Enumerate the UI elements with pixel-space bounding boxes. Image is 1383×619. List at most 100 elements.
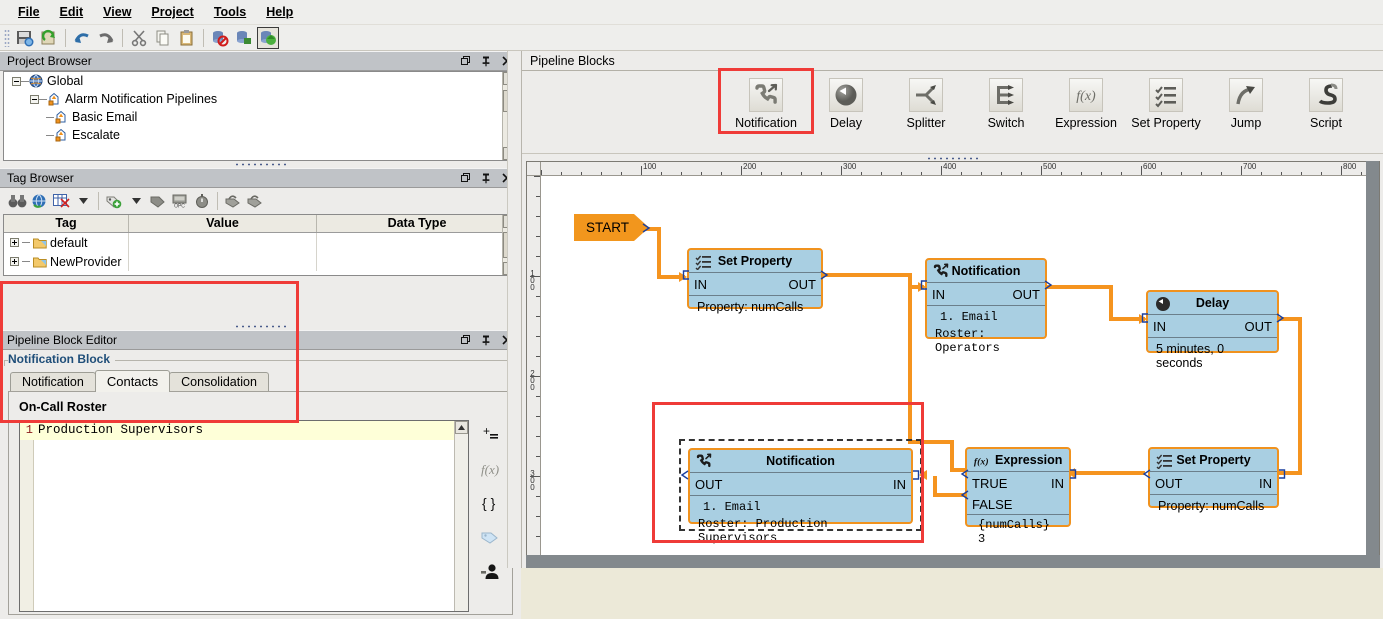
splitter-tag-editor[interactable] bbox=[0, 323, 521, 330]
tag-globe-icon[interactable] bbox=[28, 191, 50, 211]
port-setproperty2-in[interactable] bbox=[1277, 468, 1286, 479]
tab-contacts[interactable]: Contacts bbox=[94, 370, 171, 392]
pipeline-canvas[interactable]: START Set Property IN OUT Property: numC… bbox=[541, 176, 1379, 565]
port-label-out[interactable]: OUT bbox=[789, 277, 816, 292]
port-expression-in[interactable] bbox=[1068, 468, 1077, 479]
tree-item-basic-email[interactable]: Basic Email bbox=[4, 108, 517, 126]
save-icon[interactable] bbox=[14, 27, 36, 49]
port-notification-operators-out[interactable] bbox=[1044, 279, 1053, 290]
menu-help[interactable]: Help bbox=[256, 2, 303, 22]
splitter-project-tag[interactable] bbox=[0, 161, 521, 168]
port-label-in[interactable]: IN bbox=[1051, 476, 1064, 491]
node-notification-production-supervisors[interactable]: Notification OUT IN 1. Email Roster: Pro… bbox=[688, 448, 913, 545]
database-connect-icon[interactable] bbox=[233, 27, 255, 49]
palette-item-set-property[interactable]: Set Property bbox=[1130, 78, 1202, 130]
port-label-true[interactable]: TRUE bbox=[972, 476, 1007, 491]
port-label-out[interactable]: OUT bbox=[1155, 476, 1182, 491]
braces-icon[interactable]: { } bbox=[478, 492, 502, 514]
menu-project[interactable]: Project bbox=[141, 2, 203, 22]
table-row[interactable]: NewProvider bbox=[4, 252, 517, 271]
tag-label-icon[interactable] bbox=[147, 191, 169, 211]
binoculars-icon[interactable] bbox=[6, 191, 28, 211]
column-header-tag[interactable]: Tag bbox=[4, 215, 129, 232]
palette-item-script[interactable]: Script bbox=[1290, 78, 1362, 130]
node-set-property-2[interactable]: Set Property OUT IN Property: numCalls bbox=[1148, 447, 1279, 513]
paste-icon[interactable] bbox=[176, 27, 198, 49]
undo-icon[interactable] bbox=[71, 27, 93, 49]
collapsed-dock-strip-bottom[interactable] bbox=[507, 306, 521, 568]
refresh-icon[interactable] bbox=[38, 27, 60, 49]
port-label-out[interactable]: OUT bbox=[695, 477, 722, 492]
port-label-out[interactable]: OUT bbox=[1013, 287, 1040, 302]
node-notification-operators[interactable]: Notification IN OUT 1. Email Roster: Ope… bbox=[925, 258, 1047, 355]
port-label-in[interactable]: IN bbox=[893, 477, 906, 492]
canvas-vertical-scrollbar[interactable] bbox=[1366, 161, 1379, 566]
menu-view[interactable]: View bbox=[93, 2, 141, 22]
cut-icon[interactable] bbox=[128, 27, 150, 49]
dropdown-arrow-icon[interactable] bbox=[72, 191, 94, 211]
tab-notification[interactable]: Notification bbox=[10, 372, 96, 392]
node-set-property-1[interactable]: Set Property IN OUT Property: numCalls bbox=[687, 248, 823, 314]
tree-item-escalate[interactable]: Escalate bbox=[4, 126, 517, 144]
tag-table[interactable]: Tag Value Data Type default NewProvider bbox=[3, 214, 518, 276]
collapsed-dock-strip-top[interactable] bbox=[507, 51, 521, 306]
menu-file[interactable]: File bbox=[8, 2, 50, 22]
node-expression[interactable]: f(x) Expression TRUE IN FALSE {numCalls}… bbox=[965, 447, 1071, 546]
column-header-data-type[interactable]: Data Type bbox=[317, 215, 517, 232]
redo-icon[interactable] bbox=[95, 27, 117, 49]
copy-icon[interactable] bbox=[152, 27, 174, 49]
port-delay-in[interactable] bbox=[1141, 312, 1150, 323]
tag-browse-icon[interactable] bbox=[478, 526, 502, 548]
tree-item-alarm-notification-pipelines[interactable]: Alarm Notification Pipelines bbox=[4, 90, 517, 108]
port-label-in[interactable]: IN bbox=[1259, 476, 1272, 491]
table-row[interactable]: default bbox=[4, 233, 517, 252]
port-label-in[interactable]: IN bbox=[932, 287, 945, 302]
user-select-icon[interactable] bbox=[478, 560, 502, 582]
dropdown-arrow-2-icon[interactable] bbox=[125, 191, 147, 211]
node-delay[interactable]: Delay IN OUT 5 minutes, 0 seconds bbox=[1146, 290, 1279, 370]
pin-icon[interactable] bbox=[480, 55, 492, 67]
port-delay-out[interactable] bbox=[1276, 312, 1285, 323]
add-row-icon[interactable]: + bbox=[478, 424, 502, 446]
port-start-out[interactable] bbox=[642, 222, 651, 233]
menu-tools[interactable]: Tools bbox=[204, 2, 256, 22]
canvas-horizontal-scrollbar[interactable] bbox=[526, 555, 1380, 568]
import-icon[interactable] bbox=[222, 191, 244, 211]
expression-fx-icon[interactable]: f(x) bbox=[478, 458, 502, 480]
palette-item-delay[interactable]: Delay bbox=[810, 78, 882, 130]
port-notification-operators-in[interactable] bbox=[920, 279, 929, 290]
port-notification-supervisors-out[interactable] bbox=[680, 469, 689, 480]
database-disabled-icon[interactable] bbox=[209, 27, 231, 49]
port-expression-true[interactable] bbox=[960, 468, 969, 479]
expander-alarm-pipelines[interactable] bbox=[30, 94, 39, 104]
maximize-icon[interactable] bbox=[459, 55, 471, 67]
column-header-value[interactable]: Value bbox=[129, 215, 317, 232]
expander-global[interactable] bbox=[12, 76, 21, 86]
project-tree[interactable]: Global Alarm Notification Pipelines Basi… bbox=[3, 71, 518, 161]
database-sync-icon[interactable] bbox=[257, 26, 279, 49]
roster-editor[interactable]: 1 Production Supervisors bbox=[19, 420, 469, 612]
port-setproperty1-out[interactable] bbox=[820, 269, 829, 280]
tab-consolidation[interactable]: Consolidation bbox=[169, 372, 269, 392]
palette-item-jump[interactable]: Jump bbox=[1210, 78, 1282, 130]
new-tag-icon[interactable] bbox=[103, 191, 125, 211]
palette-item-splitter[interactable]: Splitter bbox=[890, 78, 962, 130]
opc-icon[interactable]: OPC bbox=[169, 191, 191, 211]
expander-default[interactable] bbox=[10, 238, 19, 247]
port-setproperty1-in[interactable] bbox=[682, 269, 691, 280]
pin-icon[interactable] bbox=[480, 172, 492, 184]
tag-table-icon[interactable] bbox=[50, 191, 72, 211]
clock-icon[interactable] bbox=[191, 191, 213, 211]
export-icon[interactable] bbox=[244, 191, 266, 211]
port-label-false[interactable]: FALSE bbox=[972, 497, 1012, 512]
roster-line-1[interactable]: 1 Production Supervisors bbox=[20, 421, 468, 440]
port-label-in[interactable]: IN bbox=[694, 277, 707, 292]
pin-icon[interactable] bbox=[480, 334, 492, 346]
menu-edit[interactable]: Edit bbox=[50, 2, 94, 22]
palette-item-notification[interactable]: Notification bbox=[718, 68, 814, 134]
toolbar-grip[interactable] bbox=[4, 28, 10, 47]
tree-item-global[interactable]: Global bbox=[4, 72, 517, 90]
port-label-in[interactable]: IN bbox=[1153, 319, 1166, 334]
palette-item-expression[interactable]: f(x) Expression bbox=[1050, 78, 1122, 130]
port-setproperty2-out[interactable] bbox=[1142, 468, 1151, 479]
